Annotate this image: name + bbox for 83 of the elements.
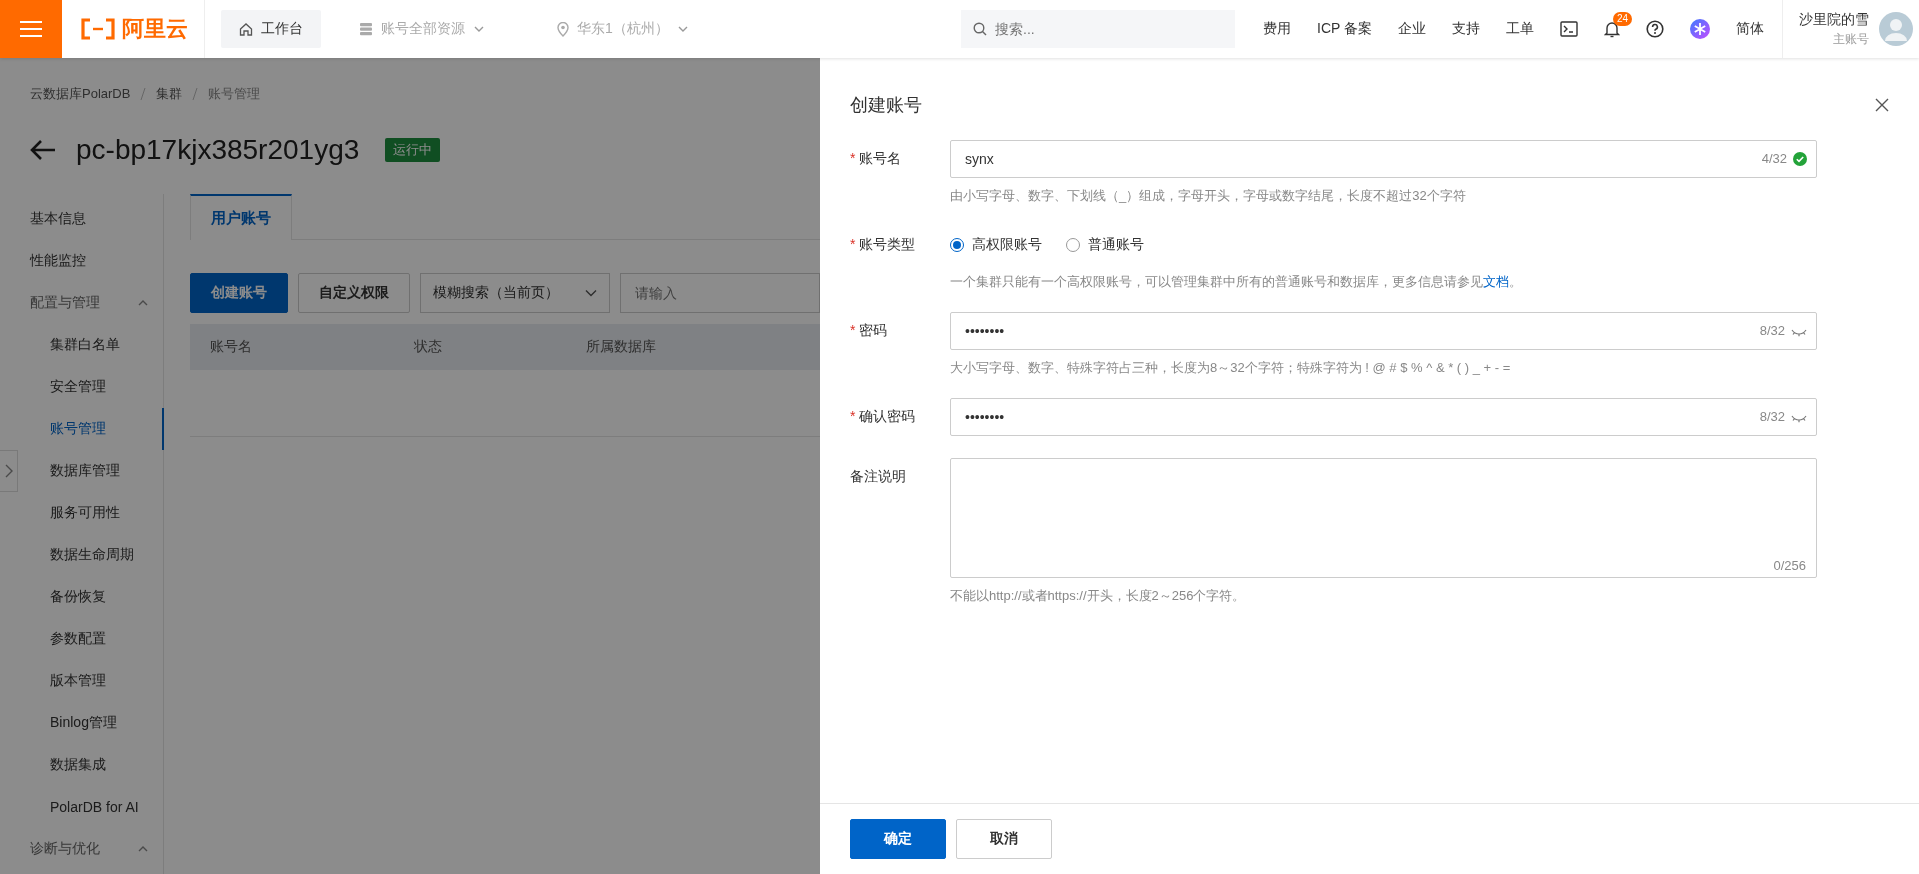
radio-option[interactable]: 普通账号 bbox=[1066, 236, 1144, 254]
help-text: 大小写字母、数字、特殊字符占三种，长度为8～32个字符；特殊字符为 ! @ # $ % ^ & * ( ) _ + - = bbox=[950, 360, 1512, 376]
required-mark: * bbox=[850, 150, 856, 166]
drawer-title: 创建账号 bbox=[850, 94, 922, 117]
nav-link[interactable]: ICP 备案 bbox=[1317, 20, 1372, 38]
back-arrow-icon[interactable] bbox=[30, 139, 56, 161]
breadcrumb-separator-icon bbox=[140, 87, 147, 101]
chevron-down-icon bbox=[585, 287, 597, 299]
field-label: 账号类型 bbox=[859, 236, 916, 254]
required-mark: * bbox=[850, 322, 856, 338]
account-role: 主账号 bbox=[1833, 30, 1869, 48]
nav-link[interactable]: 费用 bbox=[1263, 20, 1291, 38]
confirm-button[interactable]: 确定 bbox=[850, 819, 946, 859]
close-button[interactable] bbox=[1875, 98, 1889, 112]
character-counter: 8/32 bbox=[1759, 323, 1785, 338]
field-label: 密码 bbox=[859, 322, 888, 340]
nav-link[interactable]: 支持 bbox=[1452, 20, 1480, 38]
field-label: 备注说明 bbox=[850, 468, 906, 486]
sidebar-item[interactable]: Binlog管理 bbox=[50, 714, 117, 732]
location-pin-icon bbox=[557, 21, 569, 37]
help-text: 一个集群只能有一个高权限账号，可以管理集群中所有的普通账号和数据库，更多信息请参见文档。 bbox=[950, 274, 1523, 290]
cancel-button[interactable]: 取消 bbox=[956, 819, 1052, 859]
breadcrumb-link[interactable]: 集群 bbox=[156, 85, 183, 103]
chevron-right-icon bbox=[4, 464, 13, 478]
sidebar-item[interactable]: 数据集成 bbox=[50, 756, 106, 774]
radio-option[interactable]: 高权限账号 bbox=[950, 236, 1042, 254]
sidebar-item[interactable]: 数据生命周期 bbox=[50, 546, 134, 564]
status-badge: 运行中 bbox=[385, 138, 441, 162]
sidebar-toggle-button[interactable] bbox=[0, 450, 18, 492]
sparkle-icon[interactable] bbox=[1690, 19, 1710, 39]
column-header: 状态 bbox=[414, 338, 443, 356]
sidebar-item[interactable]: 账号管理 bbox=[50, 420, 106, 438]
logo-text: 阿里云 bbox=[122, 15, 188, 43]
custom-permission-button[interactable]: 自定义权限 bbox=[298, 273, 410, 313]
required-mark: * bbox=[850, 408, 856, 424]
sidebar-item[interactable]: 基本信息 bbox=[30, 210, 86, 228]
logo-icon bbox=[80, 18, 116, 40]
create-account-button[interactable]: 创建账号 bbox=[190, 273, 288, 313]
field-label: 确认密码 bbox=[859, 408, 916, 426]
documentation-link[interactable]: 文档 bbox=[1483, 274, 1509, 289]
sidebar-item[interactable]: 备份恢复 bbox=[50, 588, 106, 606]
search-field[interactable]: 搜索... bbox=[961, 10, 1235, 48]
sidebar-group-label[interactable]: 配置与管理 bbox=[30, 294, 100, 312]
close-icon bbox=[1875, 98, 1889, 112]
search-mode-dropdown[interactable]: 模糊搜索（当前页） bbox=[420, 273, 610, 313]
terminal-icon[interactable] bbox=[1560, 21, 1578, 37]
menu-button[interactable] bbox=[0, 0, 62, 58]
sidebar-item[interactable]: PolarDB for AI bbox=[50, 799, 139, 815]
character-counter: 4/32 bbox=[1761, 151, 1787, 166]
sidebar-item[interactable]: 版本管理 bbox=[50, 672, 106, 690]
help-text: 不能以http://或者https://开头，长度2～256个字符。 bbox=[950, 588, 1247, 604]
sidebar-item[interactable]: 数据库管理 bbox=[50, 462, 120, 480]
sidebar-group-label[interactable]: 诊断与优化 bbox=[30, 840, 100, 858]
home-icon bbox=[239, 22, 253, 36]
remark-textarea[interactable]: 0/256 bbox=[950, 458, 1817, 578]
bell-icon[interactable] bbox=[1604, 20, 1620, 38]
nav-link[interactable]: 工单 bbox=[1506, 20, 1534, 38]
notification-badge: 24 bbox=[1613, 11, 1633, 26]
sidebar-item[interactable]: 服务可用性 bbox=[50, 504, 120, 522]
sidebar-item[interactable]: 性能监控 bbox=[30, 252, 86, 270]
search-input[interactable]: 请输入 bbox=[620, 273, 820, 313]
field-label: 账号名 bbox=[859, 150, 902, 168]
language-link[interactable]: 简体 bbox=[1736, 20, 1764, 38]
help-icon[interactable] bbox=[1646, 20, 1664, 38]
character-counter: 8/32 bbox=[1759, 409, 1785, 424]
nav-link[interactable]: 企业 bbox=[1398, 20, 1426, 38]
help-text: 由小写字母、数字、下划线（_）组成，字母开头，字母或数字结尾，长度不超过32个字符 bbox=[950, 188, 1467, 204]
column-header: 所属数据库 bbox=[586, 338, 657, 356]
workbench-button[interactable]: 工作台 bbox=[221, 10, 321, 48]
breadcrumb-separator-icon bbox=[192, 87, 199, 101]
sidebar-item[interactable]: 参数配置 bbox=[50, 630, 106, 648]
required-mark: * bbox=[850, 236, 856, 252]
sidebar-item[interactable]: 集群白名单 bbox=[50, 336, 120, 354]
sidebar-item[interactable]: 安全管理 bbox=[50, 378, 106, 396]
user-name[interactable]: 沙里院的雪 bbox=[1799, 10, 1869, 29]
menu-icon bbox=[20, 20, 42, 38]
tab[interactable]: 用户账号 bbox=[190, 194, 292, 240]
breadcrumb-link[interactable]: 云数据库PolarDB bbox=[30, 85, 131, 103]
cluster-title: pc-bp17kjx385r201yg3 bbox=[76, 134, 360, 166]
character-counter: 0/256 bbox=[1773, 558, 1806, 573]
database-icon bbox=[359, 22, 373, 36]
search-icon bbox=[973, 22, 987, 36]
column-header: 账号名 bbox=[209, 338, 253, 356]
